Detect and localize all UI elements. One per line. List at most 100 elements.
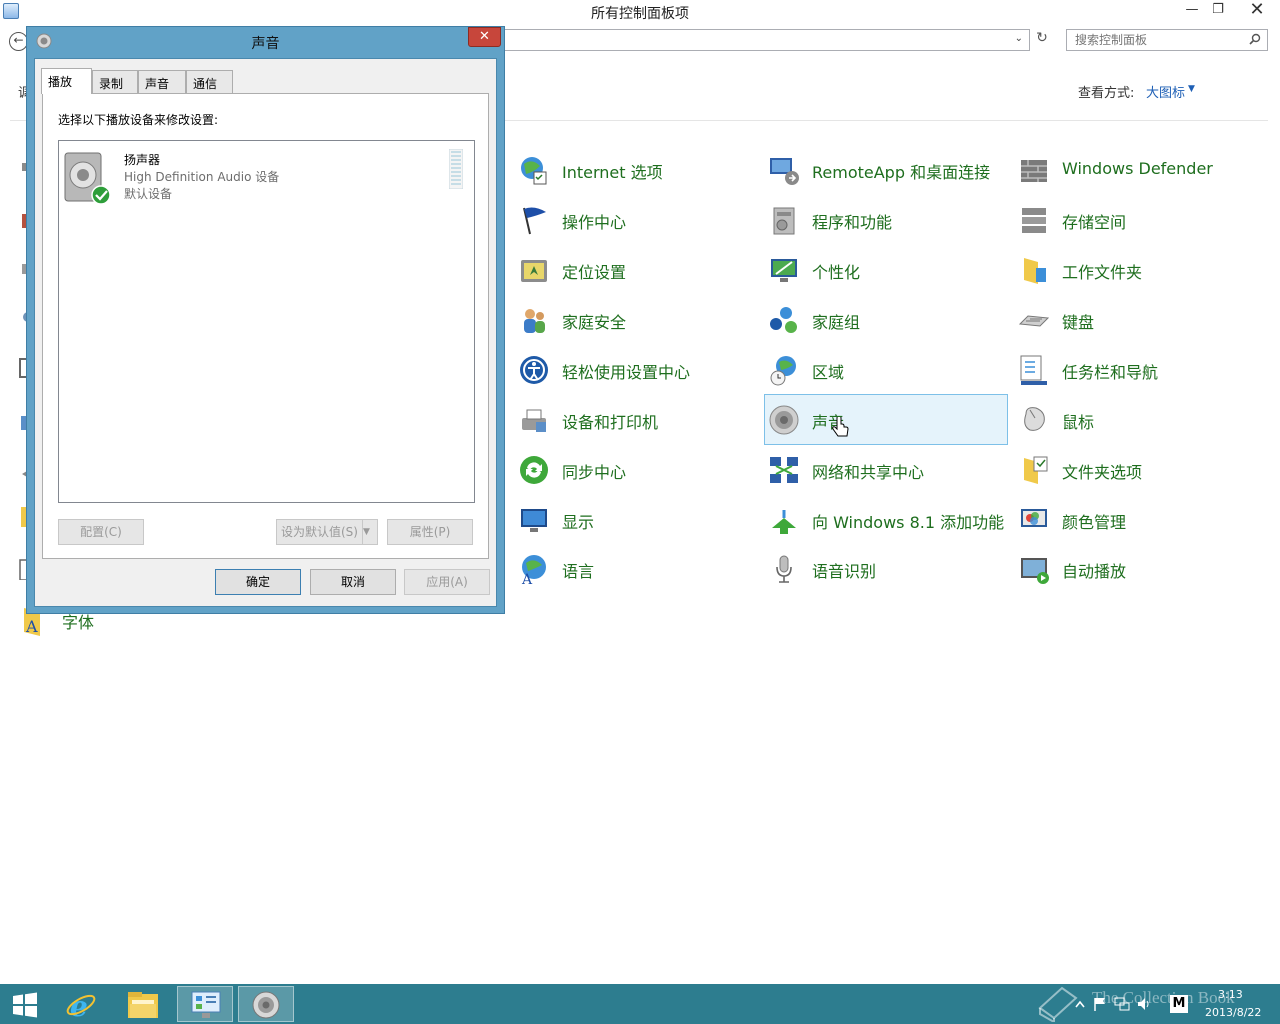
- start-button[interactable]: [0, 986, 56, 1022]
- add-features-icon: [772, 510, 796, 534]
- volume-level-meter: [449, 149, 463, 189]
- storage-spaces-icon: [1022, 208, 1046, 233]
- cancel-button[interactable]: 取消: [310, 569, 396, 595]
- instruction-text: 选择以下播放设备来修改设置:: [58, 113, 219, 127]
- control-panel-icon: [191, 991, 221, 1018]
- action-center-tray-icon[interactable]: [1092, 996, 1108, 1012]
- address-bar[interactable]: ⌄: [500, 29, 1030, 51]
- cp-item-programs-features[interactable]: 程序和功能: [766, 196, 1008, 244]
- cp-item-label: 鼠标: [1062, 413, 1095, 432]
- programs-features-icon: [773, 207, 795, 235]
- device-list[interactable]: 扬声器 High Definition Audio 设备 默认设备: [58, 140, 475, 503]
- cp-item-autoplay[interactable]: 自动播放: [1016, 545, 1258, 593]
- cp-item-folder-options[interactable]: 文件夹选项: [1016, 446, 1258, 494]
- cp-item-work-folders[interactable]: 工作文件夹: [1016, 246, 1258, 294]
- configure-button[interactable]: 配置(C): [58, 519, 144, 545]
- cp-item-action-center[interactable]: 操作中心: [516, 196, 758, 244]
- sound-dialog: 声音 ✕ 播放 录制 声音 通信 选择以下播放设备来修改设置: 扬声器 High…: [26, 26, 505, 614]
- cp-item-network-sharing[interactable]: 网络和共享中心: [766, 446, 1008, 494]
- cp-item-label: RemoteApp 和桌面连接: [812, 163, 991, 182]
- family-safety-icon: [524, 309, 545, 333]
- cp-item-label: Internet 选项: [562, 163, 663, 182]
- tab-communications[interactable]: 通信: [186, 70, 233, 93]
- search-box[interactable]: [1066, 29, 1268, 51]
- minimize-button[interactable]: —: [1178, 0, 1206, 20]
- cp-item-label: 程序和功能: [812, 213, 893, 232]
- maximize-button[interactable]: ❐: [1204, 0, 1232, 20]
- mouse-icon: [1024, 407, 1045, 431]
- homegroup-icon: [770, 307, 797, 333]
- refresh-button[interactable]: ↻: [1032, 30, 1052, 50]
- location-settings-icon: [521, 260, 547, 282]
- cp-item-windows-defender[interactable]: Windows Defender: [1016, 146, 1258, 194]
- search-input[interactable]: [1075, 33, 1245, 47]
- dialog-body: 播放 录制 声音 通信 选择以下播放设备来修改设置: 扬声器 High Defi…: [34, 58, 497, 607]
- cp-item-speech-recognition[interactable]: 语音识别: [766, 545, 1008, 593]
- cp-item-language[interactable]: A 语言: [516, 545, 758, 593]
- properties-button[interactable]: 属性(P): [387, 519, 473, 545]
- set-default-label: 设为默认值(S): [281, 525, 358, 539]
- svg-text:e: e: [70, 990, 88, 1021]
- control-panel-titlebar: 所有控制面板项 — ❐ ✕: [0, 0, 1280, 22]
- taskbar-file-explorer[interactable]: [116, 986, 172, 1022]
- cp-item-location-settings[interactable]: 定位设置: [516, 246, 758, 294]
- dialog-close-button[interactable]: ✕: [468, 27, 501, 47]
- cp-item-family-safety[interactable]: 家庭安全: [516, 296, 758, 344]
- volume-tray-icon[interactable]: [1136, 996, 1152, 1012]
- cp-item-homegroup[interactable]: 家庭组: [766, 296, 1008, 344]
- cp-item-taskbar-navigation[interactable]: 任务栏和导航: [1016, 346, 1258, 394]
- cp-item-mouse[interactable]: 鼠标: [1016, 396, 1258, 444]
- ime-indicator[interactable]: M: [1170, 995, 1188, 1013]
- show-hidden-icons-arrow-icon[interactable]: [1072, 996, 1088, 1012]
- taskbar-internet-explorer[interactable]: e: [54, 986, 110, 1022]
- clock-date[interactable]: 2013/8/22: [1205, 1006, 1261, 1019]
- cp-item-sound[interactable]: 声音: [764, 394, 1008, 445]
- cp-item-remoteapp[interactable]: RemoteApp 和桌面连接: [766, 146, 1008, 194]
- cp-item-personalization[interactable]: 个性化: [766, 246, 1008, 294]
- internet-explorer-icon: e: [66, 990, 96, 1021]
- cp-item-label: 区域: [812, 363, 845, 382]
- cp-item-add-features[interactable]: 向 Windows 8.1 添加功能: [766, 496, 1008, 544]
- clock-time[interactable]: 3:13: [1218, 988, 1243, 1001]
- taskbar-navigation-icon: [1020, 355, 1047, 385]
- search-icon[interactable]: [1249, 33, 1261, 45]
- cp-item-ease-of-access[interactable]: 轻松使用设置中心: [516, 346, 758, 394]
- view-by-label: 查看方式:: [1078, 86, 1135, 101]
- cp-item-label: 设备和打印机: [562, 413, 659, 432]
- view-by-dropdown[interactable]: 大图标: [1146, 82, 1185, 101]
- cp-item-sync-center[interactable]: 同步中心: [516, 446, 758, 494]
- cp-item-label: 向 Windows 8.1 添加功能: [812, 513, 1005, 532]
- taskbar-control-panel[interactable]: [177, 986, 233, 1022]
- cp-item-internet-options[interactable]: Internet 选项: [516, 146, 758, 194]
- cp-item-storage-spaces[interactable]: 存储空间: [1016, 196, 1258, 244]
- cp-item-color-management[interactable]: 颜色管理: [1016, 496, 1258, 544]
- apply-button[interactable]: 应用(A): [404, 569, 490, 595]
- cp-item-region[interactable]: 区域: [766, 346, 1008, 394]
- cp-item-label: 语言: [562, 562, 595, 581]
- address-dropdown-icon[interactable]: ⌄: [1015, 33, 1023, 44]
- taskbar-sound[interactable]: [238, 986, 294, 1022]
- display-icon: [521, 509, 547, 532]
- tab-recording[interactable]: 录制: [92, 70, 138, 93]
- devices-printers-icon: [522, 409, 546, 432]
- cp-item-label: 定位设置: [562, 263, 627, 282]
- set-default-arrow-icon[interactable]: ▼: [362, 520, 378, 544]
- tab-sounds[interactable]: 声音: [138, 70, 186, 93]
- network-tray-icon[interactable]: [1114, 996, 1130, 1012]
- cp-item-label: 操作中心: [562, 213, 627, 232]
- personalization-icon: [771, 259, 797, 282]
- cp-item-label: 颜色管理: [1062, 513, 1127, 532]
- cp-item-display[interactable]: 显示: [516, 496, 758, 544]
- cp-item-devices-printers[interactable]: 设备和打印机: [516, 396, 758, 444]
- windows-defender-icon: [1021, 160, 1047, 182]
- close-button[interactable]: ✕: [1238, 0, 1276, 20]
- cp-item-keyboard[interactable]: 键盘: [1016, 296, 1258, 344]
- tab-playback[interactable]: 播放: [41, 68, 92, 94]
- hand-cursor-icon: [832, 417, 849, 437]
- ok-button[interactable]: 确定: [215, 569, 301, 595]
- set-default-button[interactable]: 设为默认值(S) ▼: [276, 519, 378, 545]
- view-by-arrow-icon[interactable]: ▼: [1188, 84, 1195, 94]
- device-description: High Definition Audio 设备: [124, 170, 280, 184]
- cp-item-label: 家庭组: [812, 313, 861, 332]
- svg-text:A: A: [25, 617, 38, 636]
